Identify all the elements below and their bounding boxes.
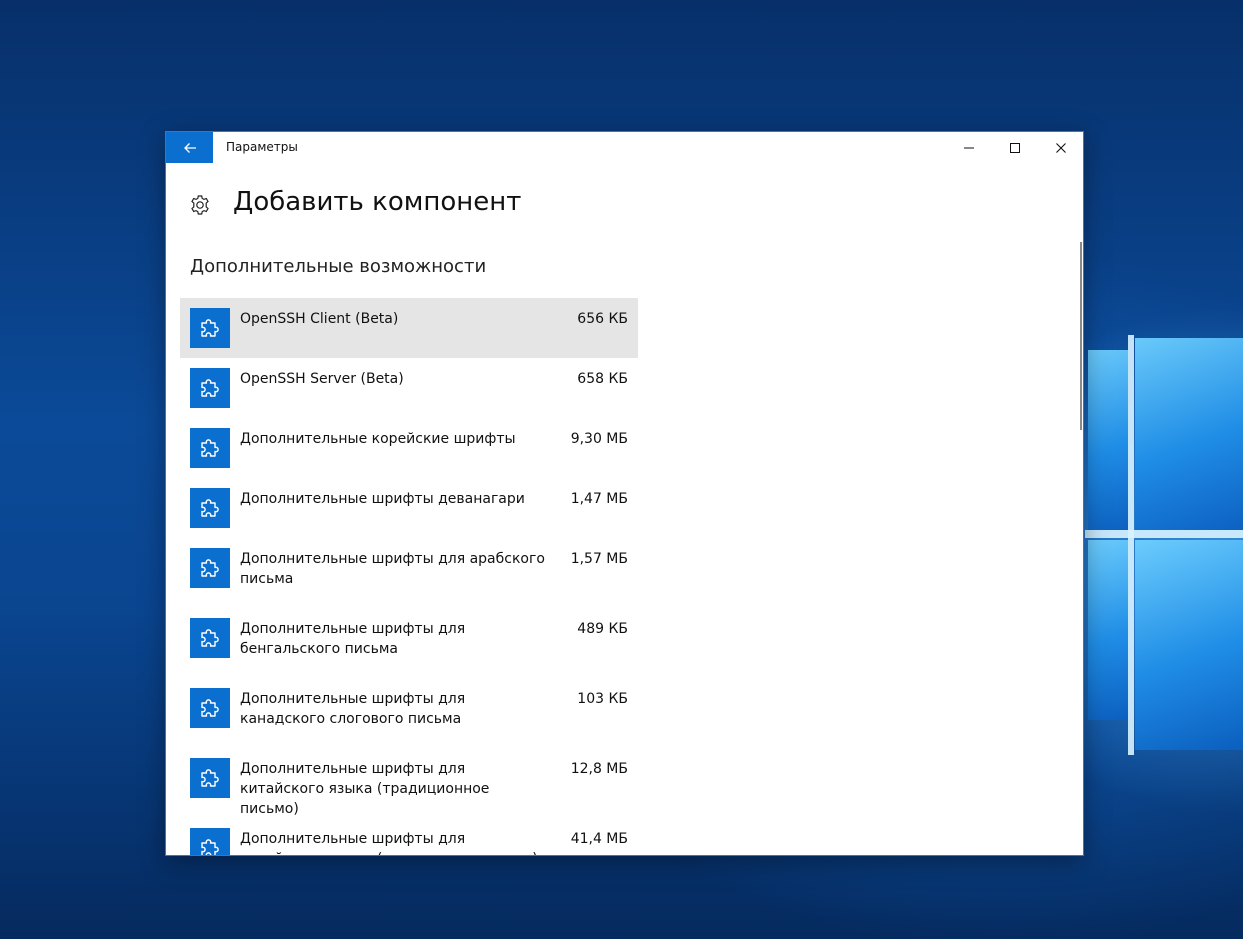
list-item[interactable]: Дополнительные шрифты для китайского язы… bbox=[180, 818, 638, 855]
feature-name: Дополнительные шрифты деванагари bbox=[240, 491, 525, 507]
maximize-icon bbox=[1010, 142, 1020, 153]
list-item[interactable]: Дополнительные шрифты для китайского язы… bbox=[180, 748, 638, 818]
windows-logo-divider-h bbox=[1085, 530, 1243, 538]
puzzle-piece-icon bbox=[190, 308, 230, 348]
list-item[interactable]: OpenSSH Client (Beta) 656 КБ bbox=[180, 298, 638, 358]
feature-name: OpenSSH Server (Beta) bbox=[240, 371, 404, 387]
puzzle-piece-icon bbox=[190, 428, 230, 468]
minimize-icon bbox=[964, 147, 974, 148]
title-bar: Параметры bbox=[166, 132, 1083, 163]
list-item[interactable]: Дополнительные шрифты деванагари 1,47 МБ bbox=[180, 478, 638, 538]
minimize-button[interactable] bbox=[946, 132, 992, 163]
windows-logo-pane-top-right bbox=[1135, 338, 1243, 530]
close-button[interactable] bbox=[1038, 132, 1083, 163]
gear-icon bbox=[191, 195, 209, 215]
windows-logo-divider-v bbox=[1128, 335, 1134, 755]
feature-name: Дополнительные шрифты для китайского язы… bbox=[240, 831, 538, 855]
back-button[interactable] bbox=[166, 132, 213, 163]
list-item[interactable]: Дополнительные корейские шрифты 9,30 МБ bbox=[180, 418, 638, 478]
list-item[interactable]: Дополнительные шрифты для канадского сло… bbox=[180, 678, 638, 748]
puzzle-piece-icon bbox=[190, 688, 230, 728]
puzzle-piece-icon bbox=[190, 368, 230, 408]
feature-size: 9,30 МБ bbox=[570, 431, 628, 447]
windows-logo-pane-bottom-right bbox=[1135, 540, 1243, 750]
puzzle-piece-icon bbox=[190, 618, 230, 658]
puzzle-piece-icon bbox=[190, 488, 230, 528]
feature-size: 41,4 МБ bbox=[570, 831, 628, 847]
close-icon bbox=[1056, 142, 1066, 153]
feature-size: 1,47 МБ bbox=[570, 491, 628, 507]
feature-size: 656 КБ bbox=[577, 311, 628, 327]
feature-size: 489 КБ bbox=[577, 621, 628, 637]
windows-logo-pane-bottom-left bbox=[1088, 540, 1128, 720]
feature-size: 1,57 МБ bbox=[570, 551, 628, 567]
window-content: Параметры Добавить компонент Дополнитель… bbox=[166, 132, 1083, 855]
maximize-button[interactable] bbox=[992, 132, 1038, 163]
list-item[interactable]: OpenSSH Server (Beta) 658 КБ bbox=[180, 358, 638, 418]
scrollbar[interactable] bbox=[1080, 242, 1082, 430]
list-item[interactable]: Дополнительные шрифты для арабского пись… bbox=[180, 538, 638, 608]
section-title: Дополнительные возможности bbox=[190, 256, 487, 277]
feature-name: Дополнительные шрифты для канадского сло… bbox=[240, 691, 466, 727]
puzzle-piece-icon bbox=[190, 828, 230, 855]
feature-name: Дополнительные шрифты для китайского язы… bbox=[240, 761, 490, 817]
feature-size: 658 КБ bbox=[577, 371, 628, 387]
feature-size: 103 КБ bbox=[577, 691, 628, 707]
app-title: Параметры bbox=[226, 140, 298, 154]
feature-name: Дополнительные корейские шрифты bbox=[240, 431, 516, 447]
feature-name: OpenSSH Client (Beta) bbox=[240, 311, 399, 327]
page-header bbox=[189, 188, 211, 222]
puzzle-piece-icon bbox=[190, 758, 230, 798]
back-arrow-icon bbox=[183, 142, 196, 153]
windows-logo-pane-top-left bbox=[1088, 350, 1128, 530]
page-title: Добавить компонент bbox=[233, 187, 522, 217]
features-list: OpenSSH Client (Beta) 656 КБ OpenSSH Ser… bbox=[180, 298, 638, 855]
puzzle-piece-icon bbox=[190, 548, 230, 588]
feature-name: Дополнительные шрифты для арабского пись… bbox=[240, 551, 545, 587]
feature-name: Дополнительные шрифты для бенгальского п… bbox=[240, 621, 466, 657]
settings-window: Параметры Добавить компонент Дополнитель… bbox=[165, 131, 1084, 856]
list-item[interactable]: Дополнительные шрифты для бенгальского п… bbox=[180, 608, 638, 678]
feature-size: 12,8 МБ bbox=[570, 761, 628, 777]
